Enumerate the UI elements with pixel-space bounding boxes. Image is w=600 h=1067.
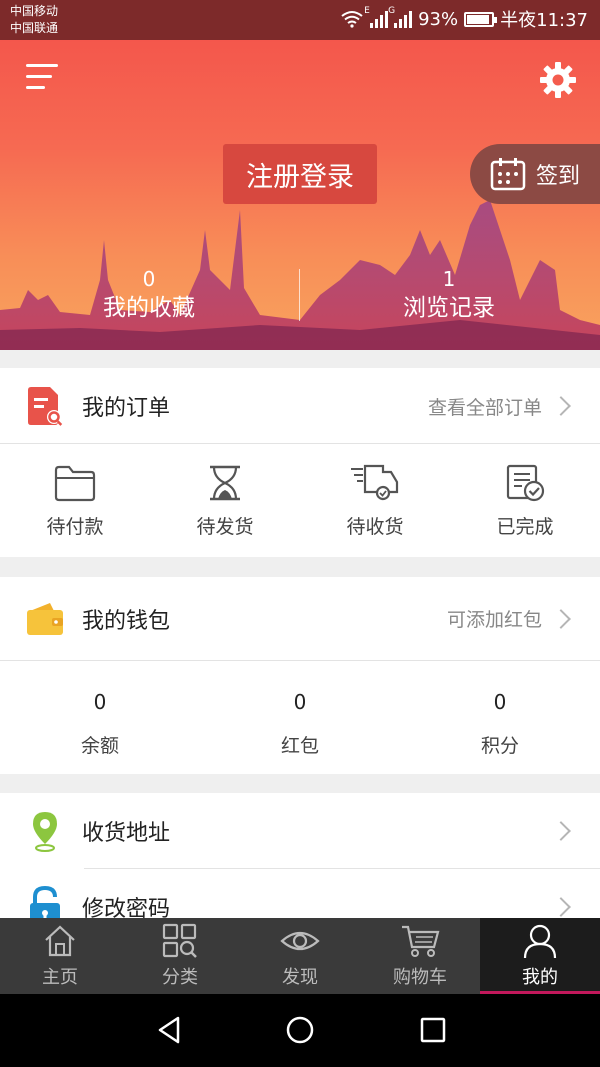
chevron-right-icon bbox=[551, 821, 571, 841]
wallet-title: 我的钱包 bbox=[82, 608, 171, 634]
chevron-right-icon bbox=[551, 897, 571, 917]
tab-label: 发现 bbox=[282, 967, 318, 988]
wallet-icon bbox=[27, 602, 63, 635]
tab-mine[interactable]: 我的 bbox=[480, 918, 600, 994]
wallet-label: 积分 bbox=[480, 735, 519, 757]
carriers: 中国移动 中国联通 bbox=[10, 3, 58, 37]
signal-icon-2: G bbox=[388, 6, 413, 28]
eye-icon bbox=[280, 931, 320, 951]
chevron-right-icon bbox=[551, 396, 571, 416]
folder-icon bbox=[54, 465, 96, 502]
wallet-red-packets[interactable]: 0 红包 bbox=[200, 661, 400, 774]
stat-divider bbox=[299, 269, 300, 321]
history-label: 浏览记录 bbox=[403, 295, 495, 321]
category-icon bbox=[162, 923, 197, 958]
location-pin-icon bbox=[33, 812, 57, 852]
shipping-address-item[interactable]: 收货地址 bbox=[0, 793, 600, 869]
wallet-value: 0 bbox=[493, 690, 507, 714]
calendar-icon bbox=[490, 158, 526, 191]
chevron-right-icon bbox=[551, 608, 571, 629]
carrier-1: 中国移动 bbox=[10, 4, 59, 18]
order-doc-icon bbox=[28, 387, 63, 426]
system-navigation-bar bbox=[0, 994, 600, 1067]
wallet-label: 红包 bbox=[280, 735, 319, 757]
wallet-header[interactable]: 我的钱包 可添加红包 bbox=[0, 577, 600, 660]
tab-label: 主页 bbox=[42, 967, 78, 988]
order-pending-payment[interactable]: 待付款 bbox=[0, 444, 150, 557]
back-icon[interactable] bbox=[150, 1012, 190, 1048]
settings-button[interactable] bbox=[538, 60, 578, 100]
order-status-label: 待发货 bbox=[196, 516, 254, 538]
orders-header[interactable]: 我的订单 查看全部订单 bbox=[0, 368, 600, 444]
favorites-stat[interactable]: 0 我的收藏 bbox=[74, 266, 224, 324]
signal-type-2: G bbox=[388, 6, 396, 16]
carrier-2: 中国联通 bbox=[10, 21, 59, 35]
add-red-packet-link[interactable]: 可添加红包 bbox=[447, 605, 542, 632]
user-icon bbox=[523, 924, 557, 959]
menu-button[interactable] bbox=[26, 64, 58, 96]
hourglass-icon bbox=[210, 465, 240, 501]
checkin-button[interactable]: 签到 bbox=[470, 144, 600, 204]
tab-label: 购物车 bbox=[393, 967, 447, 988]
order-status-grid: 待付款 待发货 待收货 已完成 bbox=[0, 444, 600, 557]
home-icon bbox=[45, 925, 75, 957]
wallet-value: 0 bbox=[93, 690, 107, 714]
view-all-orders-link[interactable]: 查看全部订单 bbox=[428, 393, 542, 420]
gear-icon bbox=[540, 62, 576, 98]
history-count: 1 bbox=[442, 267, 456, 291]
completed-doc-icon bbox=[506, 464, 545, 502]
order-completed[interactable]: 已完成 bbox=[450, 444, 600, 557]
battery-percent: 93% bbox=[418, 8, 459, 30]
status-icons: E G 93% 半夜11:37 bbox=[340, 6, 588, 32]
favorites-count: 0 bbox=[142, 267, 156, 291]
register-login-button[interactable]: 注册登录 bbox=[223, 144, 377, 204]
status-bar: 中国移动 中国联通 E G 93% 半夜11:37 bbox=[0, 0, 600, 40]
tab-label: 分类 bbox=[162, 967, 198, 988]
orders-title: 我的订单 bbox=[82, 396, 171, 421]
wallet-stats: 0 余额 0 红包 0 积分 bbox=[0, 661, 600, 774]
order-status-label: 已完成 bbox=[496, 516, 554, 538]
wallet-label: 余额 bbox=[80, 735, 119, 757]
order-status-label: 待付款 bbox=[46, 516, 104, 538]
tab-label: 我的 bbox=[522, 967, 558, 988]
battery-icon bbox=[464, 11, 498, 27]
checkin-label: 签到 bbox=[536, 164, 581, 189]
wallet-value: 0 bbox=[293, 690, 307, 714]
recents-icon[interactable] bbox=[413, 1012, 453, 1048]
wifi-icon bbox=[341, 11, 363, 28]
tab-home[interactable]: 主页 bbox=[0, 918, 120, 994]
bottom-tab-bar: 主页 分类 发现 购物车 我的 bbox=[0, 918, 600, 994]
history-stat[interactable]: 1 浏览记录 bbox=[374, 266, 524, 324]
clock: 半夜11:37 bbox=[500, 10, 588, 31]
home-circle-icon[interactable] bbox=[280, 1012, 320, 1048]
signal-type-1: E bbox=[364, 6, 370, 16]
tab-category[interactable]: 分类 bbox=[120, 918, 240, 994]
cart-icon bbox=[402, 925, 440, 957]
wallet-balance[interactable]: 0 余额 bbox=[0, 661, 200, 774]
tab-cart[interactable]: 购物车 bbox=[360, 918, 480, 994]
profile-header: 注册登录 签到 0 我的收藏 1 浏览记录 bbox=[0, 40, 600, 350]
settings-item-label: 收货地址 bbox=[82, 821, 171, 846]
wallet-points[interactable]: 0 积分 bbox=[400, 661, 600, 774]
order-pending-receipt[interactable]: 待收货 bbox=[300, 444, 450, 557]
favorites-label: 我的收藏 bbox=[103, 295, 195, 321]
order-pending-shipment[interactable]: 待发货 bbox=[150, 444, 300, 557]
delivery-truck-icon bbox=[351, 464, 399, 501]
tab-discover[interactable]: 发现 bbox=[240, 918, 360, 994]
menu-icon bbox=[26, 64, 58, 89]
order-status-label: 待收货 bbox=[346, 516, 404, 538]
signal-icon-1: E bbox=[364, 6, 389, 28]
